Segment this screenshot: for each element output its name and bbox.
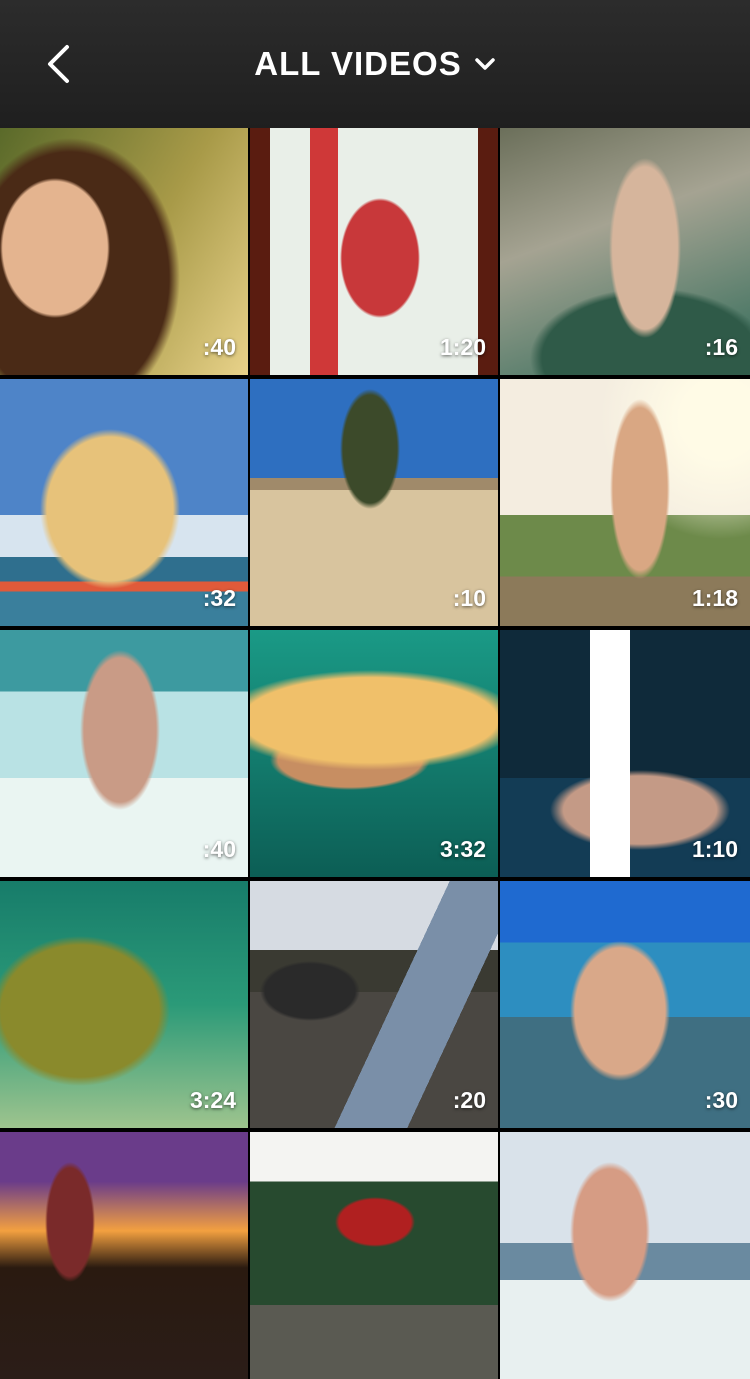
video-duration: :40 bbox=[202, 334, 236, 360]
page-title: ALL VIDEOS bbox=[254, 45, 462, 82]
video-thumbnail[interactable]: :30 bbox=[500, 881, 750, 1128]
video-thumbnail[interactable] bbox=[500, 1132, 750, 1379]
video-thumbnail[interactable] bbox=[250, 1132, 498, 1379]
video-grid: :40 1:20 :16 :32 :10 1:18 :40 3:32 1:10 … bbox=[0, 128, 750, 1379]
video-thumbnail[interactable]: 1:10 bbox=[500, 630, 750, 877]
video-duration: 3:24 bbox=[189, 1087, 236, 1113]
chevron-down-icon bbox=[474, 58, 495, 70]
video-duration: :10 bbox=[452, 585, 486, 611]
video-duration: 3:32 bbox=[439, 836, 486, 862]
video-duration: :20 bbox=[452, 1087, 486, 1113]
video-thumbnail[interactable]: 3:24 bbox=[0, 881, 248, 1128]
video-duration: :16 bbox=[704, 334, 738, 360]
video-thumbnail[interactable]: :10 bbox=[250, 379, 498, 626]
video-thumbnail[interactable]: :32 bbox=[0, 379, 248, 626]
video-thumbnail[interactable]: :16 bbox=[500, 128, 750, 375]
video-thumbnail[interactable]: :20 bbox=[250, 881, 498, 1128]
video-thumbnail[interactable]: :40 bbox=[0, 630, 248, 877]
video-thumbnail[interactable]: 1:20 bbox=[250, 128, 498, 375]
video-duration: :32 bbox=[202, 585, 236, 611]
video-thumbnail[interactable]: 3:32 bbox=[250, 630, 498, 877]
video-duration: :30 bbox=[704, 1087, 738, 1113]
video-duration: 1:10 bbox=[691, 836, 738, 862]
video-duration: 1:18 bbox=[691, 585, 738, 611]
video-duration: :40 bbox=[202, 836, 236, 862]
top-bar: ALL VIDEOS bbox=[0, 0, 750, 128]
album-selector[interactable]: ALL VIDEOS bbox=[0, 42, 750, 86]
video-thumbnail[interactable]: 1:18 bbox=[500, 379, 750, 626]
video-duration: 1:20 bbox=[439, 334, 486, 360]
video-thumbnail[interactable] bbox=[0, 1132, 248, 1379]
video-thumbnail[interactable]: :40 bbox=[0, 128, 248, 375]
